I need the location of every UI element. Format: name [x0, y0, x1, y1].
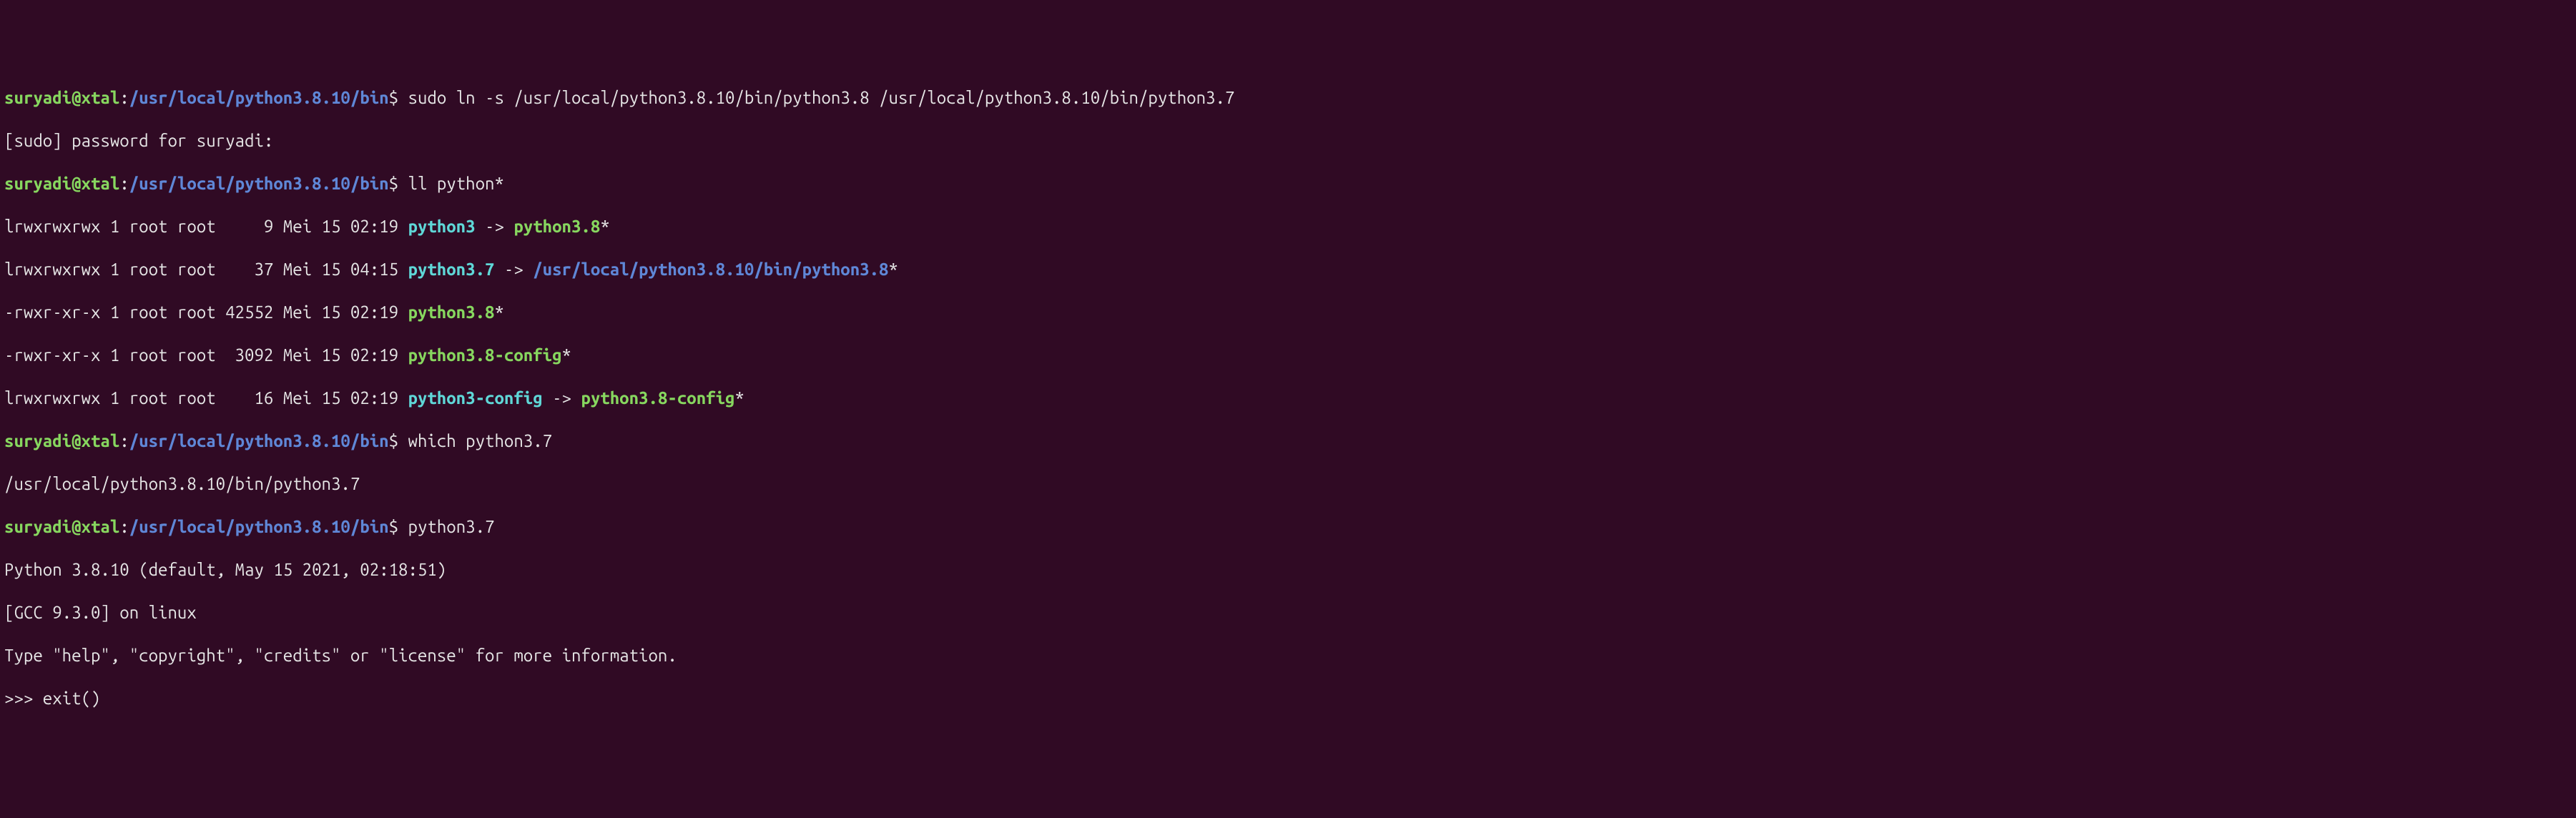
user-host: suryadi@xtal	[4, 174, 119, 193]
ls-output-line: lrwxrwxrwx 1 root root 16 Mei 15 02:19 p…	[4, 388, 2572, 409]
which-output: /usr/local/python3.8.10/bin/python3.7	[4, 474, 360, 493]
terminal-line: [sudo] password for suryadi:	[4, 130, 2572, 152]
terminal-line: /usr/local/python3.8.10/bin/python3.7	[4, 473, 2572, 495]
colon: :	[119, 88, 129, 107]
terminal-line: suryadi@xtal:/usr/local/python3.8.10/bin…	[4, 87, 2572, 109]
prompt-dollar: $	[389, 88, 398, 107]
cwd-path: /usr/local/python3.8.10/bin	[129, 174, 389, 193]
arrow: ->	[494, 260, 533, 279]
prompt-dollar: $	[389, 174, 398, 193]
star-indicator: *	[494, 302, 503, 322]
user-host: suryadi@xtal	[4, 517, 119, 536]
sudo-prompt: [sudo] password for suryadi:	[4, 131, 273, 150]
command-text[interactable]: ll python*	[398, 174, 504, 193]
terminal-line: suryadi@xtal:/usr/local/python3.8.10/bin…	[4, 516, 2572, 538]
symlink-name: python3.7	[408, 260, 494, 279]
executable-name: python3.8	[408, 302, 494, 322]
python-gcc: [GCC 9.3.0] on linux	[4, 603, 197, 622]
arrow: ->	[543, 388, 581, 408]
python-banner: [GCC 9.3.0] on linux	[4, 602, 2572, 624]
star-indicator: *	[889, 260, 898, 279]
python-banner: Python 3.8.10 (default, May 15 2021, 02:…	[4, 559, 2572, 581]
cwd-path: /usr/local/python3.8.10/bin	[129, 431, 389, 450]
file-perms: -rwxr-xr-x 1 root root 42552 Mei 15 02:1…	[4, 302, 408, 322]
colon: :	[119, 174, 129, 193]
cwd-path: /usr/local/python3.8.10/bin	[129, 517, 389, 536]
python-repl-input[interactable]: >>> exit()	[4, 689, 100, 708]
colon: :	[119, 517, 129, 536]
prompt-dollar: $	[389, 431, 398, 450]
colon: :	[119, 431, 129, 450]
symlink-name: python3-config	[408, 388, 542, 408]
python-banner: Type "help", "copyright", "credits" or "…	[4, 645, 2572, 666]
cwd-path: /usr/local/python3.8.10/bin	[129, 88, 389, 107]
command-text[interactable]: sudo ln -s /usr/local/python3.8.10/bin/p…	[398, 88, 1234, 107]
ls-output-line: -rwxr-xr-x 1 root root 3092 Mei 15 02:19…	[4, 345, 2572, 366]
terminal-line: suryadi@xtal:/usr/local/python3.8.10/bin…	[4, 173, 2572, 194]
star-indicator: *	[734, 388, 744, 408]
file-perms: lrwxrwxrwx 1 root root 16 Mei 15 02:19	[4, 388, 408, 408]
python-repl-line: >>> exit()	[4, 688, 2572, 709]
user-host: suryadi@xtal	[4, 431, 119, 450]
link-target: python3.8-config	[581, 388, 734, 408]
arrow: ->	[476, 217, 514, 236]
link-target: python3.8	[513, 217, 600, 236]
link-target: /usr/local/python3.8.10/bin/python3.8	[533, 260, 888, 279]
file-perms: lrwxrwxrwx 1 root root 9 Mei 15 02:19	[4, 217, 408, 236]
command-text[interactable]: which python3.7	[398, 431, 552, 450]
star-indicator: *	[600, 217, 609, 236]
ls-output-line: lrwxrwxrwx 1 root root 37 Mei 15 04:15 p…	[4, 259, 2572, 280]
star-indicator: *	[562, 345, 571, 365]
executable-name: python3.8-config	[408, 345, 561, 365]
ls-output-line: lrwxrwxrwx 1 root root 9 Mei 15 02:19 py…	[4, 216, 2572, 237]
symlink-name: python3	[408, 217, 475, 236]
python-version: Python 3.8.10 (default, May 15 2021, 02:…	[4, 560, 446, 579]
file-perms: lrwxrwxrwx 1 root root 37 Mei 15 04:15	[4, 260, 408, 279]
file-perms: -rwxr-xr-x 1 root root 3092 Mei 15 02:19	[4, 345, 408, 365]
terminal-line: suryadi@xtal:/usr/local/python3.8.10/bin…	[4, 430, 2572, 452]
user-host: suryadi@xtal	[4, 88, 119, 107]
prompt-dollar: $	[389, 517, 398, 536]
command-text[interactable]: python3.7	[398, 517, 494, 536]
ls-output-line: -rwxr-xr-x 1 root root 42552 Mei 15 02:1…	[4, 302, 2572, 323]
python-help: Type "help", "copyright", "credits" or "…	[4, 646, 677, 665]
